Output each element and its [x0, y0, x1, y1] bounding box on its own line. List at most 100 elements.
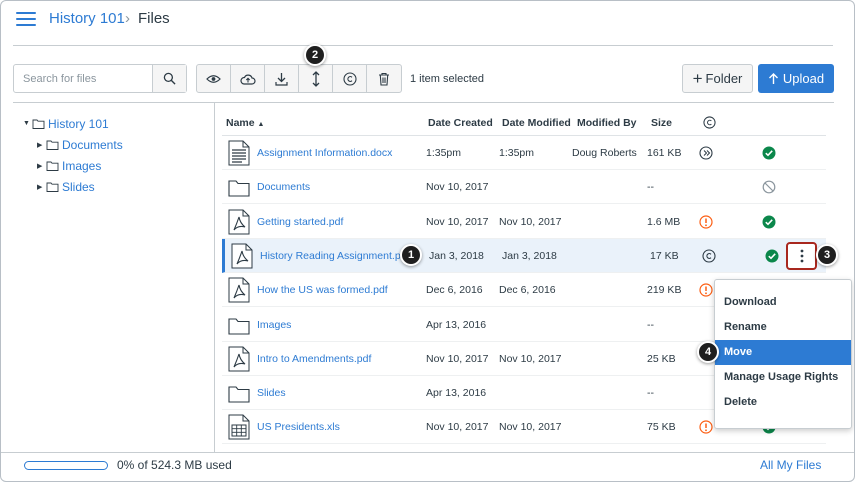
collapsed-triangle-icon[interactable]: ▶ — [37, 183, 46, 191]
storage-usage-text: 0% of 524.3 MB used — [117, 458, 232, 472]
date-created: Dec 6, 2016 — [426, 284, 483, 297]
publish-button[interactable] — [231, 65, 265, 92]
pdf-file-icon — [228, 209, 250, 235]
date-created: Nov 10, 2017 — [426, 215, 489, 228]
date-modified: Jan 3, 2018 — [502, 249, 557, 262]
file-size: -- — [647, 318, 654, 331]
table-row[interactable]: Documents Nov 10, 2017 -- — [222, 170, 826, 205]
file-name-link[interactable]: US Presidents.xls — [257, 421, 340, 433]
date-created: Jan 3, 2018 — [429, 249, 484, 262]
menu-item-download[interactable]: Download — [715, 290, 851, 315]
search-box — [13, 64, 187, 93]
file-name-link[interactable]: How the US was formed.pdf — [257, 284, 388, 296]
tree-item-slides[interactable]: ▶ Slides — [23, 176, 123, 197]
table-row[interactable]: Assignment Information.docx 1:35pm 1:35pm D… — [222, 136, 826, 170]
search-input[interactable] — [14, 65, 152, 92]
menu-item-manage-usage-rights[interactable]: Manage Usage Rights — [715, 365, 851, 390]
file-size: -- — [647, 181, 654, 194]
date-modified: 1:35pm — [499, 147, 535, 159]
hamburger-menu-icon[interactable] — [16, 12, 36, 26]
tree-item-label: Slides — [62, 179, 95, 194]
column-header-name[interactable]: Name ▲ — [226, 117, 264, 129]
upload-label: Upload — [782, 71, 825, 86]
folder-icon — [228, 174, 250, 200]
file-name-link[interactable]: Intro to Amendments.pdf — [257, 353, 371, 365]
storage-usage-bar — [24, 461, 108, 470]
tree-item-label: Images — [62, 158, 102, 173]
file-size: 25 KB — [647, 352, 676, 365]
file-size: -- — [647, 387, 654, 400]
add-folder-button[interactable]: + Folder — [682, 64, 753, 93]
date-created: 1:35pm — [426, 147, 462, 159]
published-check-icon[interactable] — [765, 249, 779, 263]
date-modified: Nov 10, 2017 — [499, 421, 562, 434]
unpublished-icon[interactable] — [762, 180, 776, 194]
tree-item-documents[interactable]: ▶ Documents — [23, 134, 123, 155]
kebab-icon — [800, 249, 803, 263]
download-icon — [275, 72, 288, 86]
upload-button[interactable]: Upload — [758, 64, 834, 93]
callout-1: 1 — [400, 244, 422, 266]
file-name-link[interactable]: Slides — [257, 387, 286, 399]
folder-icon — [46, 182, 59, 192]
all-my-files-link[interactable]: All My Files — [760, 458, 821, 472]
copyright-icon[interactable] — [702, 249, 716, 263]
double-chevron-icon[interactable] — [699, 146, 713, 160]
delete-button[interactable] — [367, 65, 401, 92]
date-created: Nov 10, 2017 — [426, 421, 489, 434]
breadcrumb-page: Files — [138, 10, 170, 27]
preview-button[interactable] — [197, 65, 231, 92]
warning-icon[interactable] — [699, 283, 713, 297]
file-name-link[interactable]: Documents — [257, 181, 310, 193]
sort-ascending-icon: ▲ — [257, 121, 265, 128]
toolbar-divider — [13, 102, 834, 103]
file-name-link[interactable]: History Reading Assignment.pdf — [260, 250, 409, 262]
date-created: Nov 10, 2017 — [426, 352, 489, 365]
add-folder-label: Folder — [705, 71, 743, 86]
published-check-icon[interactable] — [762, 215, 776, 229]
warning-icon[interactable] — [699, 420, 713, 434]
tree-item-root[interactable]: ▼ History 101 — [23, 113, 123, 134]
warning-icon[interactable] — [699, 214, 713, 229]
date-modified: Dec 6, 2016 — [499, 284, 556, 297]
file-name-link[interactable]: Images — [257, 319, 291, 331]
eye-icon — [206, 74, 221, 83]
folder-tree: ▼ History 101 ▶ Documents ▶ Images ▶ Sli… — [23, 113, 123, 197]
table-row[interactable]: Getting started.pdf Nov 10, 2017 Nov 10, 2… — [222, 205, 826, 239]
expanded-triangle-icon[interactable]: ▼ — [23, 120, 32, 127]
pane-divider — [214, 102, 215, 452]
column-header-modified-by[interactable]: Modified By — [577, 117, 637, 129]
move-button[interactable] — [299, 65, 333, 92]
usage-rights-button[interactable] — [333, 65, 367, 92]
search-icon — [163, 72, 176, 85]
tree-item-label: Documents — [62, 137, 123, 152]
pdf-file-icon — [228, 277, 250, 303]
pdf-file-icon — [231, 243, 253, 269]
column-header-created[interactable]: Date Created — [428, 117, 493, 129]
menu-item-delete[interactable]: Delete — [715, 390, 851, 415]
plus-icon: + — [692, 69, 703, 88]
date-created: Apr 13, 2016 — [426, 318, 487, 331]
file-actions-menu: Download Rename Move Manage Usage Rights… — [714, 279, 852, 429]
breadcrumb-course[interactable]: History 101 — [49, 10, 125, 27]
column-header-size[interactable]: Size — [651, 117, 672, 129]
file-name-link[interactable]: Getting started.pdf — [257, 216, 343, 228]
table-row[interactable]: History Reading Assignment.pdf Jan 3, 201… — [222, 238, 826, 273]
tree-item-images[interactable]: ▶ Images — [23, 155, 123, 176]
download-button[interactable] — [265, 65, 299, 92]
folder-icon — [228, 312, 250, 338]
search-button[interactable] — [152, 65, 186, 92]
more-options-button[interactable] — [786, 242, 817, 270]
modified-by: Doug Roberts — [572, 147, 637, 159]
column-header-modified[interactable]: Date Modified — [502, 117, 571, 129]
menu-item-rename[interactable]: Rename — [715, 315, 851, 340]
callout-2: 2 — [304, 44, 326, 66]
folder-icon — [32, 119, 45, 129]
collapsed-triangle-icon[interactable]: ▶ — [37, 162, 46, 170]
folder-icon — [228, 380, 250, 406]
upload-icon — [768, 72, 778, 84]
collapsed-triangle-icon[interactable]: ▶ — [37, 141, 46, 149]
file-name-link[interactable]: Assignment Information.docx — [257, 147, 392, 159]
published-check-icon[interactable] — [762, 146, 776, 160]
menu-item-move[interactable]: Move — [715, 340, 851, 365]
